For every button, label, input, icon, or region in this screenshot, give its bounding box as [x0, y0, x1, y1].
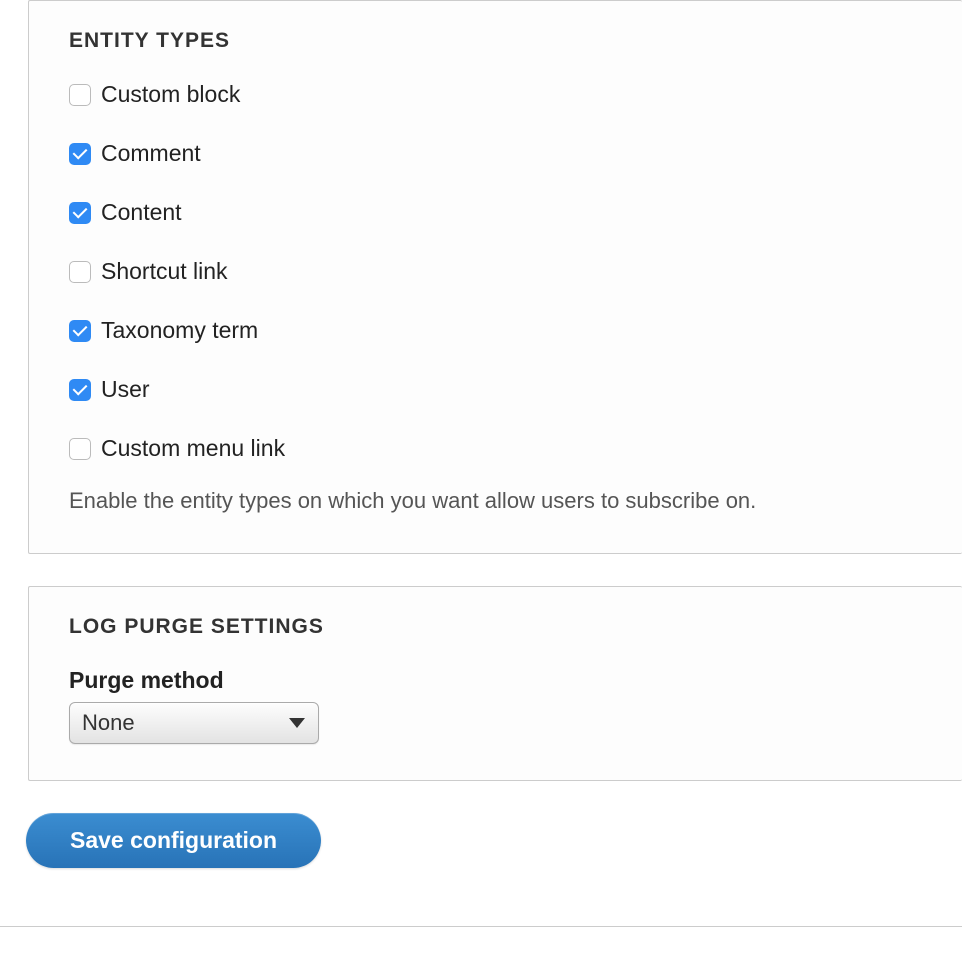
entity-type-label[interactable]: Content [101, 199, 182, 226]
entity-type-checkbox[interactable] [69, 202, 91, 224]
entity-types-legend: Entity types [69, 29, 922, 53]
entity-type-label[interactable]: Comment [101, 140, 201, 167]
purge-method-label: Purge method [69, 667, 922, 694]
entity-type-row: User [69, 376, 922, 403]
entity-type-row: Content [69, 199, 922, 226]
entity-type-label[interactable]: User [101, 376, 150, 403]
entity-type-checkbox[interactable] [69, 84, 91, 106]
entity-type-checkbox[interactable] [69, 438, 91, 460]
entity-type-row: Shortcut link [69, 258, 922, 285]
page-divider [0, 926, 962, 927]
save-configuration-button[interactable]: Save configuration [26, 813, 321, 868]
entity-type-row: Custom menu link [69, 435, 922, 462]
entity-type-row: Taxonomy term [69, 317, 922, 344]
entity-type-checkbox[interactable] [69, 261, 91, 283]
entity-type-checkbox[interactable] [69, 379, 91, 401]
log-purge-legend: Log purge settings [69, 615, 922, 639]
entity-types-description: Enable the entity types on which you wan… [69, 486, 922, 517]
log-purge-fieldset: Log purge settings Purge method None [28, 586, 962, 781]
entity-type-row: Custom block [69, 81, 922, 108]
entity-type-label[interactable]: Shortcut link [101, 258, 228, 285]
entity-type-label[interactable]: Custom block [101, 81, 240, 108]
entity-type-row: Comment [69, 140, 922, 167]
entity-type-label[interactable]: Custom menu link [101, 435, 285, 462]
entity-type-checkbox[interactable] [69, 143, 91, 165]
entity-type-label[interactable]: Taxonomy term [101, 317, 258, 344]
entity-type-checkbox[interactable] [69, 320, 91, 342]
purge-method-select[interactable]: None [69, 702, 319, 744]
entity-types-fieldset: Entity types Custom block Comment Content S… [28, 0, 962, 554]
